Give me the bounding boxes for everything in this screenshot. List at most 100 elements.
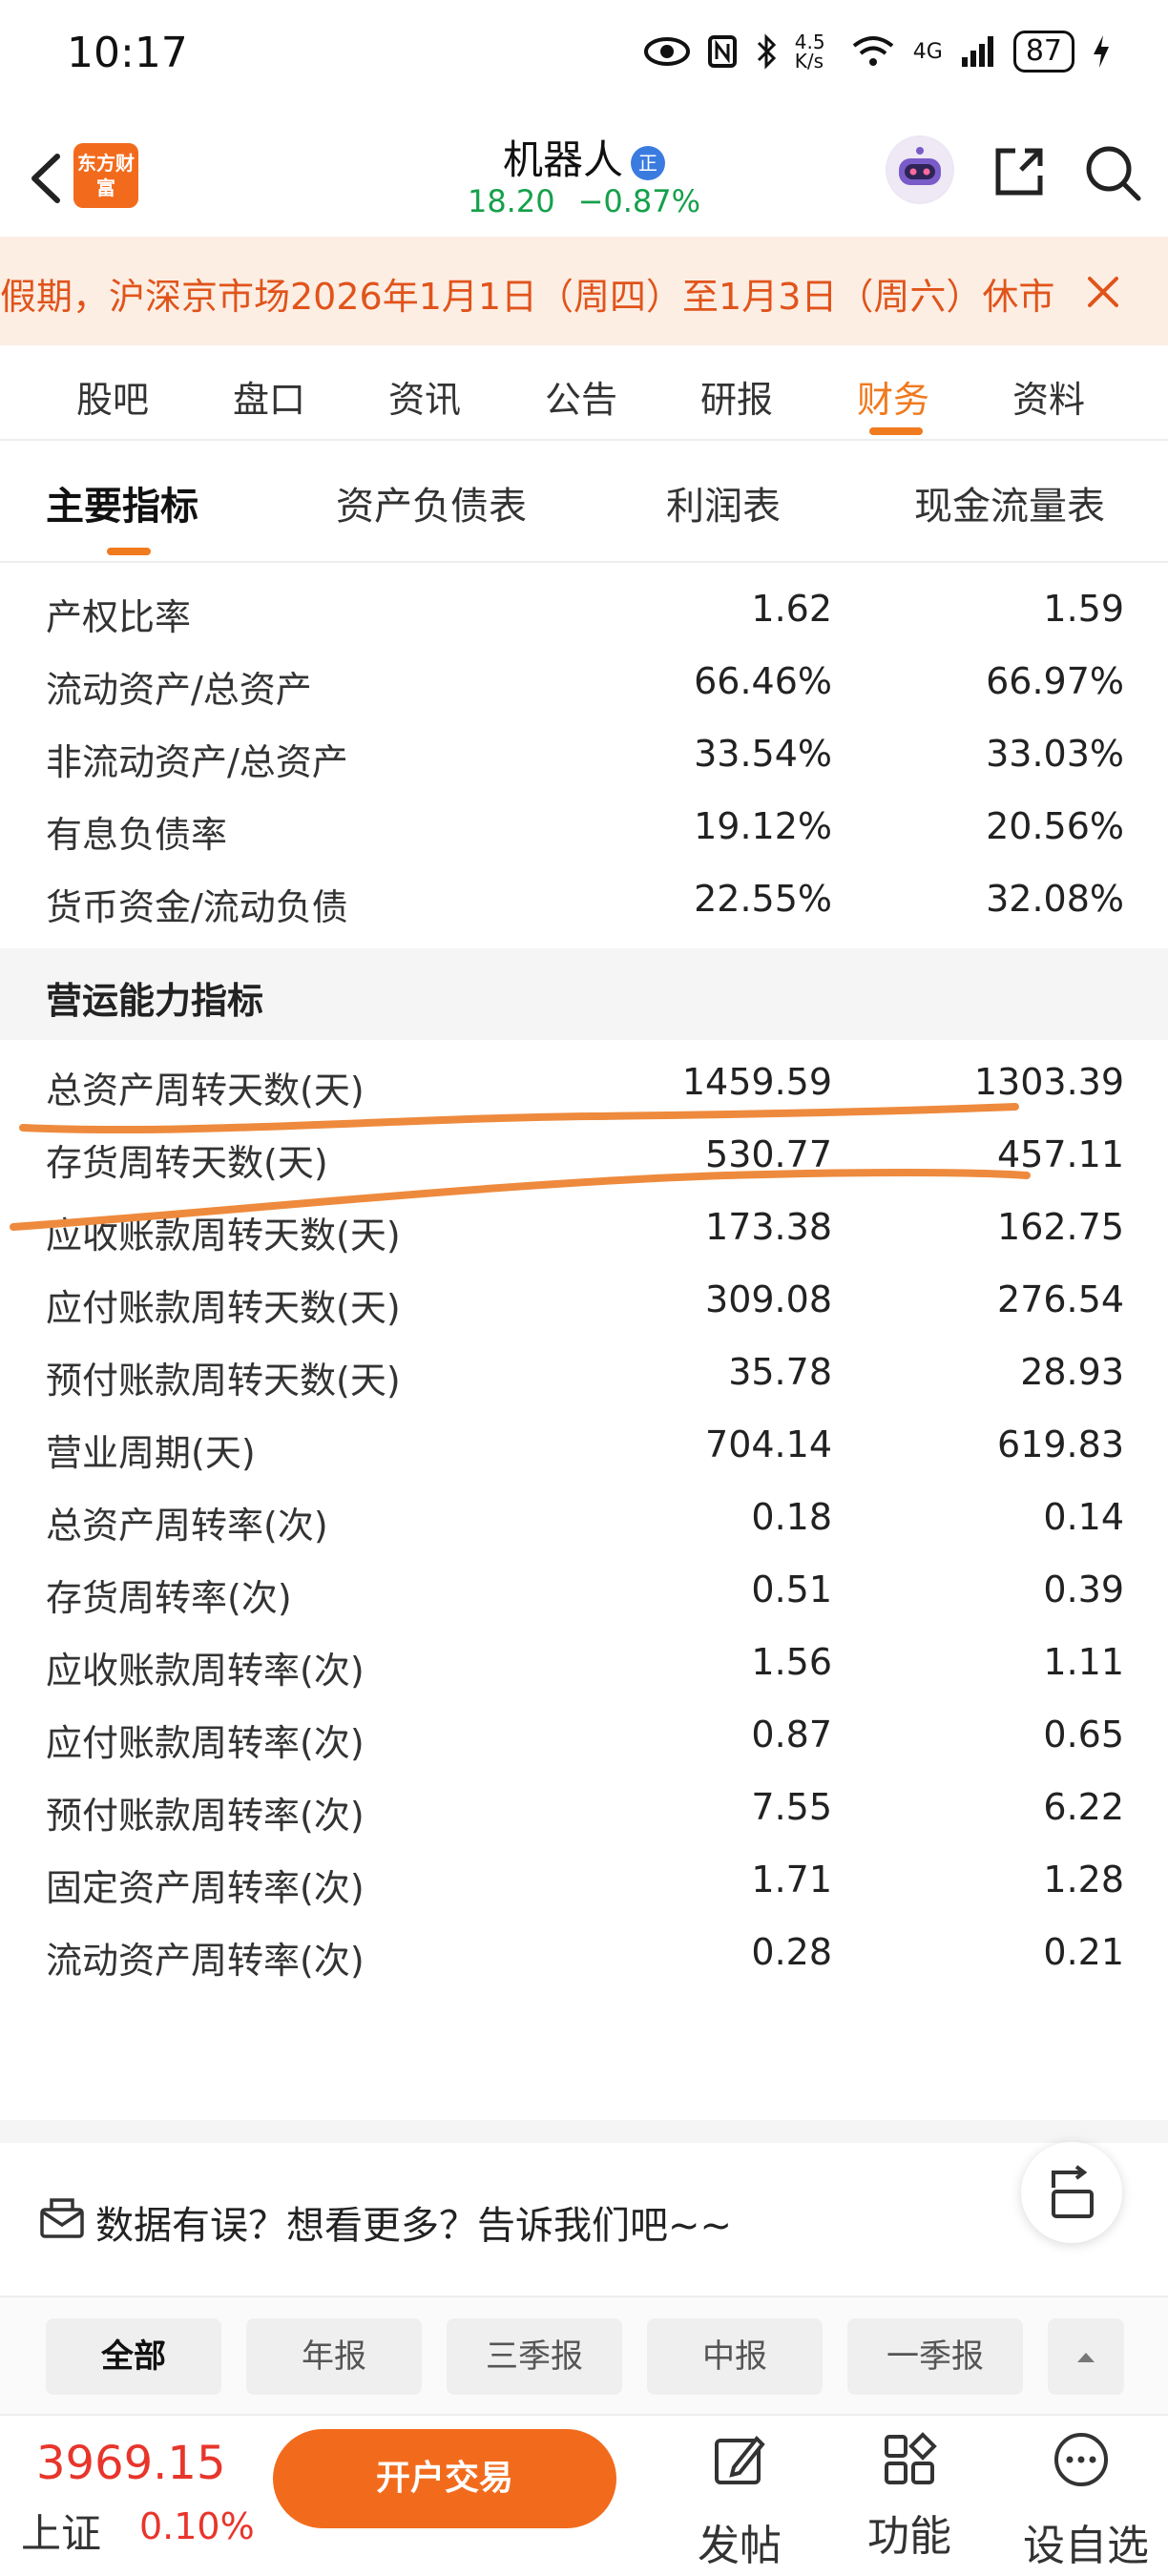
row-value-period1: 0.87 — [751, 1714, 832, 1755]
row-value-period1: 704.14 — [705, 1423, 832, 1465]
row-value-period1: 19.12% — [694, 805, 832, 847]
search-icon[interactable] — [1083, 143, 1142, 202]
table-row: 固定资产周转率(次) 1.71 1.28 — [0, 1847, 1168, 1920]
subtab-cash-flow[interactable]: 现金流量表 — [914, 475, 1105, 530]
row-label: 预付账款周转天数(天) — [46, 1360, 401, 1402]
watchlist-label: 设自选 — [1023, 2522, 1149, 2570]
row-value-period1: 1.56 — [751, 1641, 832, 1683]
table-row: 应付账款周转率(次) 0.87 0.65 — [0, 1702, 1168, 1775]
filter-expand-button[interactable] — [1048, 2318, 1124, 2395]
row-value-period1: 7.55 — [751, 1786, 832, 1828]
table-row: 非流动资产/总资产 33.54% 33.03% — [0, 721, 1168, 794]
row-value-period2: 20.56% — [986, 805, 1124, 847]
stock-change: −0.87% — [577, 183, 701, 219]
holiday-notice-banner[interactable]: 假期，沪深京市场2026年1月1日（周四）至1月3日（周六）休市 — [0, 237, 1168, 345]
tab-news[interactable]: 资讯 — [388, 370, 461, 423]
subtab-balance-sheet[interactable]: 资产负债表 — [336, 475, 527, 530]
section-title: 营运能力指标 — [46, 980, 264, 1022]
tab-guba[interactable]: 股吧 — [76, 370, 149, 423]
row-value-period1: 22.55% — [694, 878, 832, 920]
row-value-period1: 0.51 — [751, 1568, 832, 1610]
tab-finance[interactable]: 财务 — [857, 370, 929, 423]
subtab-key-metrics[interactable]: 主要指标 — [46, 475, 198, 530]
floating-switch-button[interactable] — [1021, 2142, 1122, 2243]
row-value-period1: 0.18 — [751, 1496, 832, 1538]
row-value-period2: 1.28 — [1043, 1859, 1124, 1901]
feedback-text: 数据有误？想看更多？告诉我们吧~~ — [95, 2204, 733, 2248]
table-row: 产权比率 1.62 1.59 — [0, 576, 1168, 649]
tab-announcements[interactable]: 公告 — [545, 370, 617, 423]
row-label: 流动资产/总资产 — [46, 669, 312, 711]
switch-view-icon — [1052, 2165, 1094, 2218]
post-label: 发帖 — [698, 2522, 782, 2570]
tab-pankou[interactable]: 盘口 — [233, 370, 305, 423]
close-icon[interactable] — [1076, 265, 1130, 319]
filter-all[interactable]: 全部 — [46, 2318, 221, 2395]
row-label: 流动资产周转率(次) — [46, 1940, 365, 1982]
feedback-row[interactable]: 数据有误？想看更多？告诉我们吧~~ — [0, 2143, 1168, 2296]
edit-icon — [715, 2436, 765, 2484]
report-period-filter: 全部 年报 三季报 中报 一季报 — [0, 2296, 1168, 2414]
index-name[interactable]: 上证 — [21, 2502, 101, 2560]
notice-text: 假期，沪深京市场2026年1月1日（周四）至1月3日（周六）休市 — [0, 276, 1055, 318]
index-change[interactable]: 0.10% — [139, 2505, 255, 2547]
row-label: 应付账款周转率(次) — [46, 1722, 365, 1764]
signal-icon — [961, 36, 993, 67]
row-value-period2: 28.93 — [1020, 1351, 1124, 1393]
annotation-stroke-1 — [19, 1103, 1019, 1134]
status-bar: 10:17 4.5 K/s 4G 87 — [0, 0, 1168, 114]
add-watchlist-button[interactable]: 设自选 — [1010, 2425, 1162, 2570]
row-value-period2: 619.83 — [997, 1423, 1124, 1465]
filter-q3[interactable]: 三季报 — [447, 2318, 622, 2395]
stock-header: 东方财富 机器人正 18.20 −0.87% — [0, 114, 1168, 239]
sub-tab-indicator — [107, 548, 151, 555]
row-value-period2: 33.03% — [986, 733, 1124, 775]
wifi-icon — [852, 36, 894, 66]
row-label: 总资产周转率(次) — [46, 1505, 328, 1547]
table-row: 流动资产/总资产 66.46% 66.97% — [0, 649, 1168, 721]
open-account-trade-button[interactable]: 开户交易 — [273, 2429, 616, 2528]
table-row: 营业周期(天) 704.14 619.83 — [0, 1412, 1168, 1485]
index-value[interactable]: 3969.15 — [36, 2437, 226, 2490]
bottom-bar: 3969.15 上证 0.10% 开户交易 发帖 功能 设自选 — [0, 2414, 1168, 2576]
post-button[interactable]: 发帖 — [668, 2425, 811, 2570]
filter-annual[interactable]: 年报 — [246, 2318, 422, 2395]
tab-profile[interactable]: 资料 — [1012, 370, 1085, 423]
share-icon[interactable] — [991, 143, 1048, 200]
filter-interim[interactable]: 中报 — [647, 2318, 823, 2395]
table-row: 货币资金/流动负债 22.55% 32.08% — [0, 866, 1168, 939]
function-label: 功能 — [867, 2512, 951, 2561]
table-row: 总资产周转率(次) 0.18 0.14 — [0, 1485, 1168, 1557]
row-value-period1: 1.62 — [751, 588, 832, 630]
bluetooth-icon — [757, 33, 776, 70]
status-icons: 4.5 K/s 4G 87 — [643, 31, 1111, 73]
row-label: 应付账款周转天数(天) — [46, 1287, 401, 1329]
row-value-period1: 0.28 — [751, 1931, 832, 1973]
row-label: 存货周转率(次) — [46, 1577, 292, 1619]
table-row: 应收账款周转率(次) 1.56 1.11 — [0, 1630, 1168, 1702]
row-value-period1: 35.78 — [728, 1351, 832, 1393]
row-label: 产权比率 — [46, 596, 192, 638]
divider — [0, 2120, 1168, 2143]
row-value-period1: 66.46% — [694, 660, 832, 702]
main-tabs: 股吧 盘口 资讯 公告 研报 财务 资料 — [0, 345, 1168, 441]
row-label: 非流动资产/总资产 — [46, 741, 348, 783]
tab-research[interactable]: 研报 — [700, 370, 773, 423]
table-row: 预付账款周转率(次) 7.55 6.22 — [0, 1775, 1168, 1847]
charging-icon — [1094, 35, 1109, 68]
row-value-period1: 33.54% — [694, 733, 832, 775]
row-value-period2: 0.65 — [1043, 1714, 1124, 1755]
row-value-period2: 276.54 — [997, 1278, 1124, 1320]
stock-name: 机器人 — [502, 136, 623, 183]
subtab-income-statement[interactable]: 利润表 — [666, 475, 781, 530]
filter-q1[interactable]: 一季报 — [847, 2318, 1023, 2395]
robot-assistant-icon[interactable] — [886, 135, 954, 204]
annotation-strokes — [10, 1103, 1031, 1231]
grid-apps-icon — [885, 2432, 937, 2484]
status-time: 10:17 — [67, 29, 188, 77]
function-button[interactable]: 功能 — [838, 2425, 981, 2568]
more-icon — [1054, 2433, 1108, 2486]
row-value-period2: 6.22 — [1043, 1786, 1124, 1828]
feedback-mail-icon — [40, 2198, 84, 2238]
battery-level: 87 — [1012, 31, 1074, 73]
